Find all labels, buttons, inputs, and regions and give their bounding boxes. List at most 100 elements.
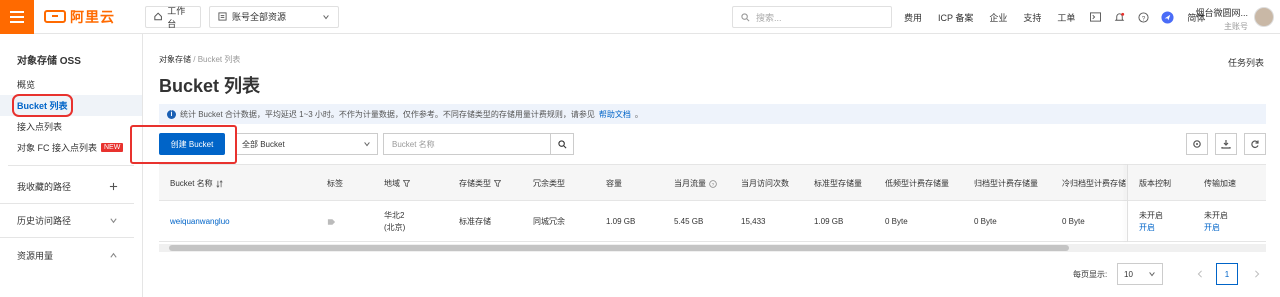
search-icon [741, 12, 750, 21]
column-label: 当月流量 [674, 179, 706, 188]
account-name: 烟台微圆网... [1195, 8, 1248, 18]
ia-cell: 0 Byte [885, 216, 908, 226]
workbench-label: 工作台 [167, 5, 186, 29]
column-header-tags: 标签 [327, 165, 343, 202]
top-link-icp[interactable]: ICP 备案 [930, 11, 981, 24]
redundancy-cell: 同城冗余 [533, 216, 565, 226]
task-list-link[interactable]: 任务列表 [1228, 56, 1264, 69]
bucket-name-placeholder: Bucket 名称 [392, 139, 435, 149]
chevron-down-icon [323, 14, 329, 19]
top-link-ticket[interactable]: 工单 [1049, 11, 1083, 24]
sidebar-item-overview[interactable]: 概览 [0, 74, 142, 95]
tag-icon[interactable] [327, 218, 336, 226]
top-link-billing[interactable]: 费用 [896, 11, 930, 24]
help-icon[interactable]: ? [1131, 0, 1155, 34]
column-header-versioning: 版本控制 [1139, 165, 1171, 202]
account-info[interactable]: 烟台微圆网... 主账号 [1192, 6, 1248, 32]
sidebar-item-label: Bucket 列表 [12, 94, 73, 117]
page-title: Bucket 列表 [159, 76, 261, 96]
terminal-icon[interactable] [1083, 0, 1107, 34]
breadcrumb-item-oss[interactable]: 对象存储 [159, 55, 191, 64]
gear-icon [1193, 140, 1201, 148]
column-header-redundancy: 冗余类型 [533, 165, 565, 202]
column-label: 版本控制 [1139, 179, 1171, 188]
sort-icon[interactable] [216, 179, 223, 188]
standard-cell: 1.09 GB [814, 216, 844, 226]
notice-text: 统计 Bucket 合计数据，平均延迟 1~3 小时。不作为计量数据，仅作参考。… [180, 109, 595, 119]
bell-icon[interactable] [1107, 0, 1131, 34]
home-icon [154, 12, 162, 21]
svg-text:?: ? [1142, 15, 1146, 22]
sidebar-group-label: 资源用量 [17, 250, 54, 261]
cold-cell: 0 Byte [1062, 216, 1085, 226]
bucket-name-link[interactable]: weiquanwangluo [170, 201, 230, 242]
help-doc-link[interactable]: 帮助文档 [599, 109, 631, 120]
search-placeholder: 搜索... [756, 12, 782, 23]
column-header-archive: 归档型计费存储量 [974, 165, 1038, 202]
chevron-down-icon [1149, 272, 1155, 277]
region-line2: (北京) [384, 222, 406, 232]
chevron-left-icon [1197, 270, 1202, 278]
column-header-storage-type[interactable]: 存储类型 [459, 165, 501, 202]
horizontal-scrollbar[interactable] [159, 244, 1266, 252]
list-icon [218, 12, 227, 21]
help-icon[interactable]: ? [709, 179, 717, 188]
resource-group-select[interactable]: 账号全部资源 [209, 5, 339, 28]
sidebar-group-label: 我收藏的路径 [17, 182, 72, 192]
sidebar-item-fc-access-points[interactable]: 对象 FC 接入点列表 NEW [0, 137, 142, 158]
sidebar-item-bucket-list[interactable]: Bucket 列表 [0, 94, 142, 117]
plane-icon[interactable] [1155, 0, 1179, 34]
column-label: 标准型存储量 [814, 179, 862, 188]
aliyun-logo[interactable]: 阿里云 [44, 7, 115, 27]
menu-icon[interactable] [0, 0, 34, 34]
search-icon [557, 139, 566, 148]
page-size-label: 每页显示: [1073, 269, 1108, 279]
export-button[interactable] [1215, 133, 1237, 155]
filter-icon[interactable] [403, 180, 410, 187]
sidebar-item-label: 对象 FC 接入点列表 [17, 143, 97, 153]
top-link-enterprise[interactable]: 企业 [981, 11, 1015, 24]
plus-icon[interactable] [109, 182, 118, 191]
sidebar-group-usage[interactable]: 资源用量 [0, 238, 134, 272]
column-header-region[interactable]: 地域 [384, 165, 410, 202]
page-number-button[interactable]: 1 [1216, 263, 1238, 285]
global-search-input[interactable]: 搜索... [732, 6, 892, 28]
enable-versioning-link[interactable]: 开启 [1139, 222, 1155, 234]
settings-button[interactable] [1186, 133, 1208, 155]
download-icon [1221, 140, 1231, 149]
prev-page-button[interactable] [1189, 263, 1211, 285]
column-header-traffic: 当月流量 ? [674, 165, 717, 202]
logo-text: 阿里云 [70, 8, 115, 25]
refresh-button[interactable] [1244, 133, 1266, 155]
scrollbar-thumb[interactable] [169, 245, 1069, 251]
svg-text:?: ? [712, 182, 715, 188]
sidebar-item-access-points[interactable]: 接入点列表 [0, 116, 142, 137]
bucket-search-button[interactable] [551, 133, 574, 155]
bucket-filter-select[interactable]: 全部 Bucket [235, 133, 378, 155]
enable-acceleration-link[interactable]: 开启 [1204, 222, 1220, 234]
acceleration-cell: 未开启 开启 [1204, 201, 1228, 242]
top-link-support[interactable]: 支持 [1015, 11, 1049, 24]
next-page-button[interactable] [1246, 263, 1268, 285]
sidebar-group-favorites[interactable]: 我收藏的路径 [0, 170, 134, 204]
logo-mark-icon [44, 10, 66, 23]
tag-cell[interactable] [327, 201, 336, 242]
sidebar-item-label: 接入点列表 [17, 122, 63, 132]
table-header: Bucket 名称 标签 地域 存储类型 冗余类型 容量 当月流量 ? 当月访问… [159, 164, 1266, 201]
sidebar-group-history[interactable]: 历史访问路径 [0, 204, 134, 238]
bucket-name-input[interactable]: Bucket 名称 [383, 133, 551, 155]
avatar[interactable] [1254, 7, 1274, 27]
filter-icon[interactable] [494, 180, 501, 187]
create-button-highlight [130, 125, 237, 164]
workbench-button[interactable]: 工作台 [145, 5, 201, 29]
page-size-select[interactable]: 10 [1117, 263, 1163, 285]
visits-cell: 15,433 [741, 216, 766, 226]
sidebar-group-label: 历史访问路径 [17, 216, 72, 226]
column-label: 标签 [327, 179, 343, 188]
info-notice: i 统计 Bucket 合计数据，平均延迟 1~3 小时。不作为计量数据，仅作参… [159, 104, 1266, 124]
column-label: 地域 [384, 179, 400, 188]
new-badge: NEW [101, 143, 124, 152]
column-header-visits: 当月访问次数 [741, 165, 789, 202]
column-header-name[interactable]: Bucket 名称 [170, 165, 223, 202]
column-label: 当月访问次数 [741, 179, 789, 188]
